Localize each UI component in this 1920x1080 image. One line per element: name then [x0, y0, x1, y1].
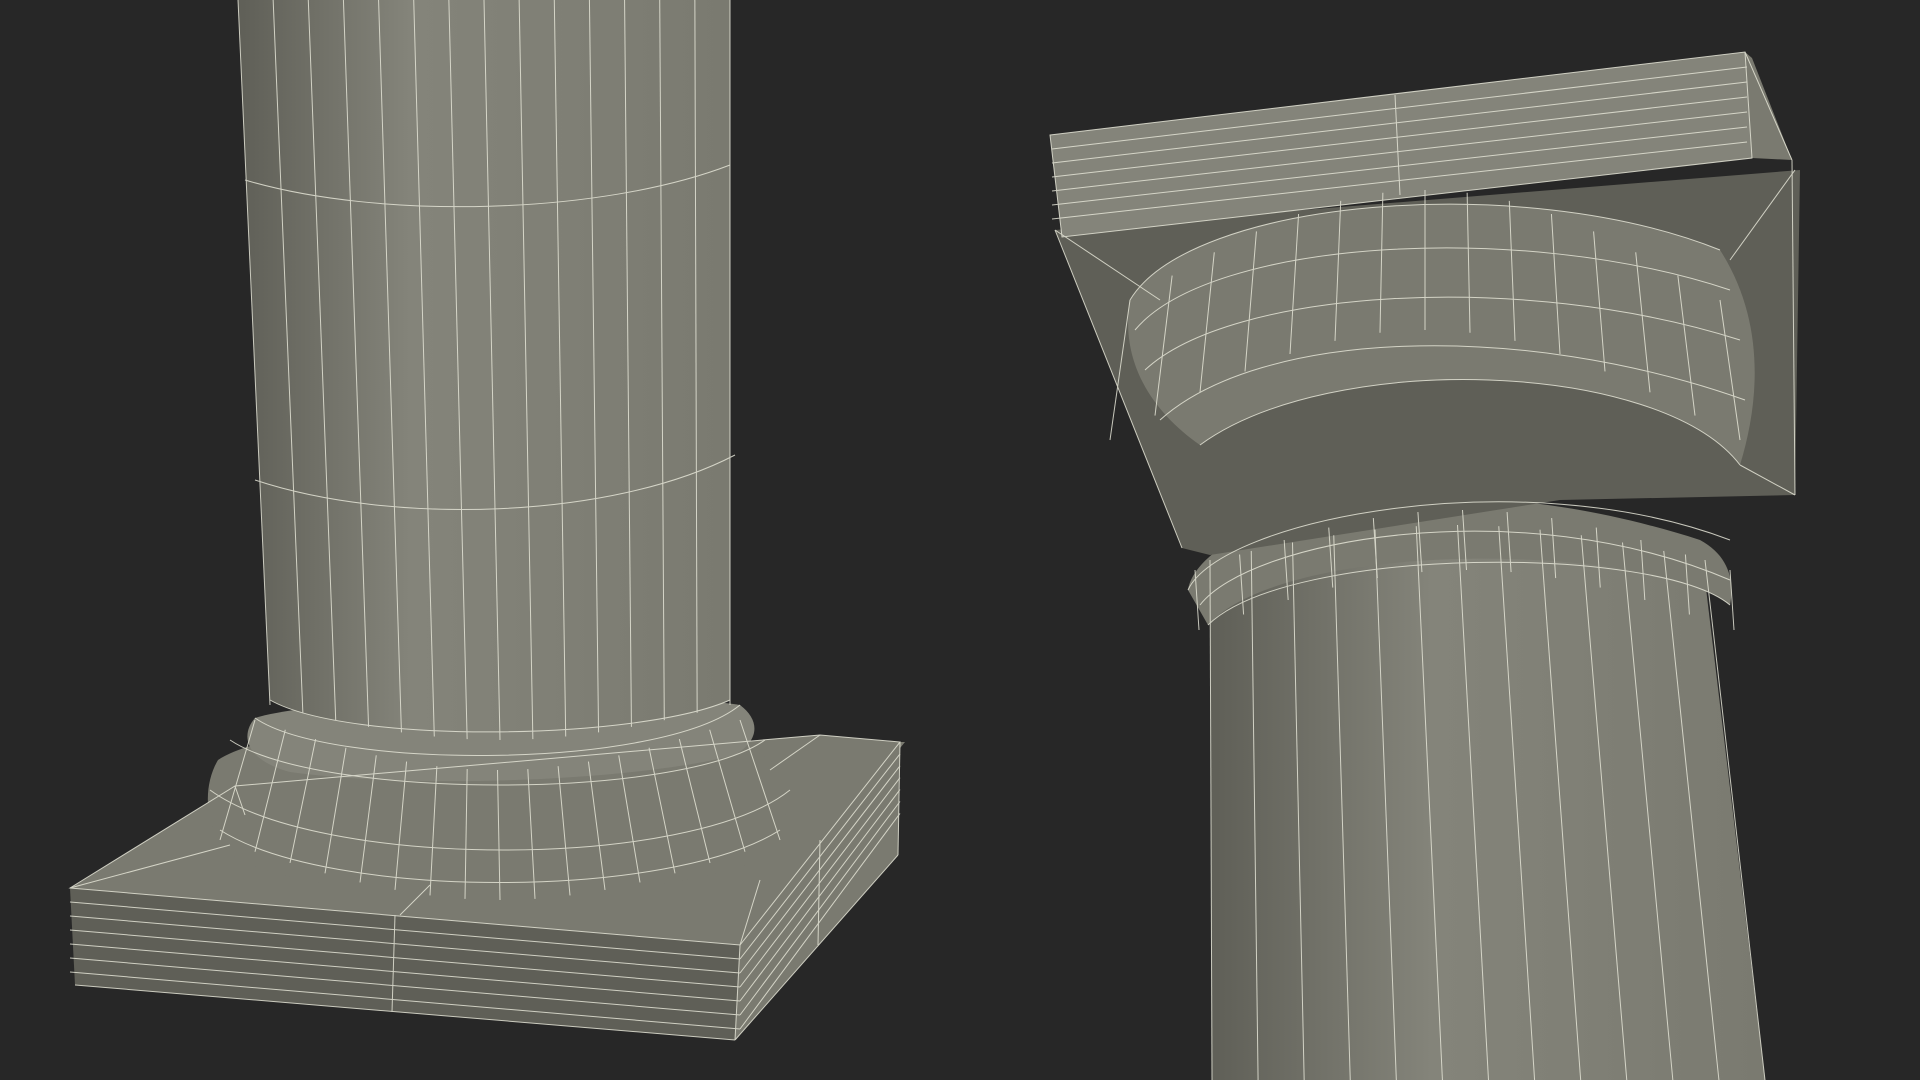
column-base-svg [0, 0, 960, 1080]
column-capital-view [960, 0, 1920, 1080]
column-shaft [238, 0, 730, 732]
column-shaft [1210, 533, 1765, 1080]
wireframe-render-scene [0, 0, 1920, 1080]
column-base-view [0, 0, 960, 1080]
column-capital-svg [960, 0, 1920, 1080]
